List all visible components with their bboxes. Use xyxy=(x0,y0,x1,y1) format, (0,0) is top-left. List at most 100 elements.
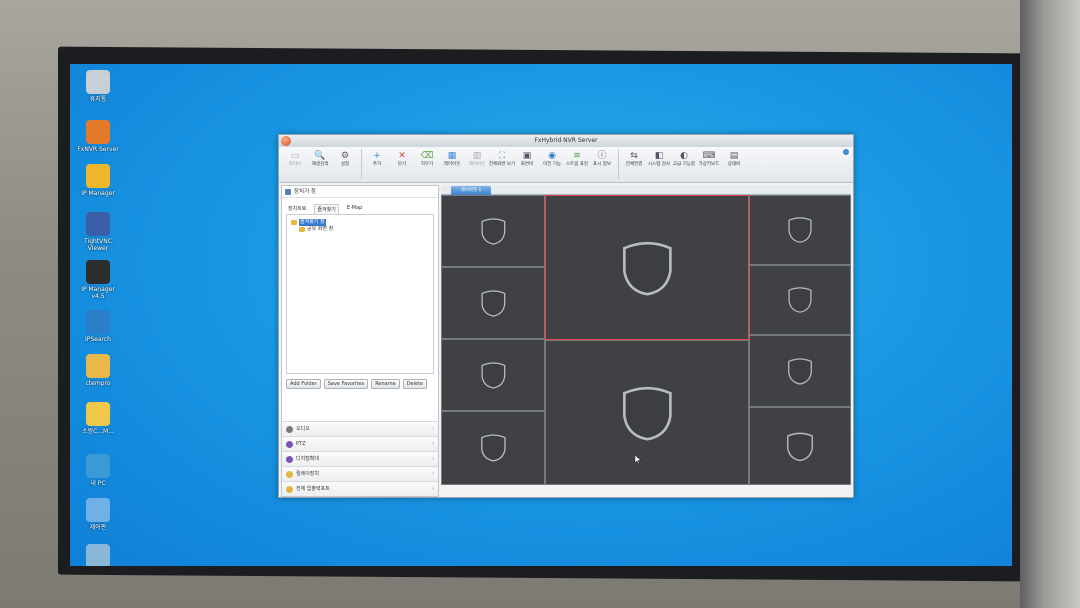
ribbon-button[interactable]: ✕ 닫기 xyxy=(390,149,414,168)
desktop-icon[interactable]: 휴지통 xyxy=(76,70,120,103)
ribbon-button[interactable]: ▥ 레이아웃 xyxy=(465,149,489,168)
tree-node[interactable]: 즐겨찾기 창 xyxy=(291,219,429,226)
fullscreen-icon: ⛶ xyxy=(498,151,506,161)
desktop-icon[interactable]: IPSearch xyxy=(76,310,120,343)
save-favorites-button[interactable]: Save Favorites xyxy=(323,379,369,389)
file-icon xyxy=(86,402,110,426)
ribbon-button[interactable]: + 추가 xyxy=(365,149,389,168)
accordion-item[interactable]: 전체 입출력포트 › xyxy=(282,481,438,496)
camera-placeholder-icon xyxy=(781,284,819,315)
ribbon-button-label: 가상키보드 xyxy=(698,162,720,167)
help-icon[interactable] xyxy=(843,149,849,155)
panel-tab[interactable]: E-Map xyxy=(345,204,365,214)
layout-tab[interactable]: 레이아웃 1 xyxy=(451,186,491,195)
desktop-icon-label: IP Manager v4.5 xyxy=(81,286,115,300)
accordion-label: 디지털확대 xyxy=(296,456,320,462)
camera-cell[interactable] xyxy=(441,267,545,339)
accordion-item[interactable]: 릴레이장치 › xyxy=(282,466,438,481)
panel-tab[interactable]: 장치트로 xyxy=(286,204,308,214)
ribbon-button-label: 전체연결 xyxy=(625,162,643,167)
layout-icon: ▦ xyxy=(447,151,457,161)
ribbon-button-label: 라이브 xyxy=(288,162,302,167)
computer-icon xyxy=(86,454,110,478)
camera-cell[interactable] xyxy=(545,340,749,485)
ribbon-button[interactable]: ◉ 이전 기능 xyxy=(540,149,564,168)
desktop-icon-label: IP Manager xyxy=(81,190,115,197)
device-panel: 장치거 창 장치트로 즐겨찾기 E-Map 즐겨찾기 창 공유 화면 창 Add Fo… xyxy=(281,185,439,497)
ribbon-button[interactable]: ◐ 고급 기능함 xyxy=(672,149,696,168)
accordion-label: 전체 입출력포트 xyxy=(296,486,330,492)
desktop-icon-label: 휴지통 xyxy=(89,96,107,103)
desktop-icon[interactable]: ctempro xyxy=(76,354,120,387)
accordion-dot-icon xyxy=(286,486,293,493)
desktop-icon[interactable]: 네트워크 xyxy=(76,544,120,566)
layout-alt-icon: ▥ xyxy=(472,151,482,161)
ribbon-button-label: 화면비 xyxy=(520,162,534,167)
rename-button[interactable]: Rename xyxy=(371,379,400,389)
chevron-right-icon: › xyxy=(432,441,434,447)
desktop-icon[interactable]: 소방C...M... xyxy=(76,402,120,435)
ribbon-button[interactable]: ▭ 라이브 xyxy=(283,149,307,168)
camera-cell[interactable] xyxy=(749,407,851,485)
desktop-icon[interactable]: 내 PC xyxy=(76,454,120,487)
ribbon-button-label: 이전 기능 xyxy=(543,162,561,167)
ribbon-button[interactable]: 🔍 재생검색 xyxy=(308,149,332,168)
delete-button[interactable]: Delete xyxy=(402,379,428,389)
ribbon-button[interactable]: ▣ 화면비 xyxy=(515,149,539,168)
desktop-icon[interactable]: TightVNC Viewer xyxy=(76,212,120,252)
camera-cell[interactable] xyxy=(441,195,545,267)
ribbon-button-label: 추가 xyxy=(372,162,382,167)
camera-cell[interactable] xyxy=(749,265,851,335)
ribbon-button[interactable]: ⛶ 전체화면 보기 xyxy=(488,149,516,168)
add-folder-button[interactable]: Add Folder xyxy=(286,379,321,389)
control-panel-icon xyxy=(86,498,110,522)
gear-icon: ⚙ xyxy=(340,151,350,161)
panel-tab[interactable]: 즐겨찾기 xyxy=(314,204,339,214)
search-icon xyxy=(86,310,110,334)
app-menu-orb-icon[interactable] xyxy=(281,136,291,146)
ribbon-button[interactable]: ≋ 스트림 표현 xyxy=(565,149,589,168)
tree-node[interactable]: 공유 화면 창 xyxy=(291,226,429,233)
camera-cell[interactable] xyxy=(441,339,545,411)
desktop-icon-label: 소방C...M... xyxy=(82,428,114,435)
panel-accordion: 오디오 › PTZ › 디지털확대 › 릴레이장치 › 전체 입출력포트 › xyxy=(282,421,438,496)
desktop-icon[interactable]: FxNVR Server xyxy=(76,120,120,153)
advanced-icon: ◐ xyxy=(680,151,688,161)
add-icon: + xyxy=(373,151,381,161)
ribbon-button-label: 스트림 표현 xyxy=(565,162,589,167)
ribbon-button-label: 전체화면 보기 xyxy=(488,162,516,167)
chevron-right-icon: › xyxy=(432,426,434,432)
ribbon-button[interactable]: ▦ 레이아웃 xyxy=(440,149,464,168)
camera-cell[interactable] xyxy=(545,195,749,340)
live-icon: ▭ xyxy=(290,151,300,161)
window-title: FxHybrid NVR Server xyxy=(534,137,598,144)
desktop-icon-label: IPSearch xyxy=(84,336,111,343)
title-bar[interactable]: FxHybrid NVR Server xyxy=(279,135,853,147)
camera-cell[interactable] xyxy=(749,335,851,407)
tree-node-label: 공유 화면 창 xyxy=(307,226,334,232)
layout-tabbar: 레이아웃 1 xyxy=(441,185,851,195)
desktop-icon[interactable]: IP Manager xyxy=(76,164,120,197)
ribbon-button[interactable]: ⓘ 표시 정보 xyxy=(590,149,614,168)
ribbon-button[interactable]: ⌨ 가상키보드 xyxy=(697,149,721,168)
accordion-item[interactable]: PTZ › xyxy=(282,436,438,451)
accordion-item[interactable]: 디지털확대 › xyxy=(282,451,438,466)
nvr-server-icon xyxy=(86,120,110,144)
erase-icon: ⌫ xyxy=(420,151,434,161)
accordion-item[interactable]: 오디오 › xyxy=(282,421,438,436)
nvr-app-window[interactable]: FxHybrid NVR Server ▭ 라이브 🔍 재생검색 ⚙ 설정 + 추가 ✕ 닫기 ⌫ 지… xyxy=(278,134,854,498)
ribbon-button[interactable]: ◧ 시스템 검사 xyxy=(647,149,671,168)
desktop-icon[interactable]: 제어판 xyxy=(76,498,120,531)
accordion-label: 오디오 xyxy=(296,426,310,432)
ribbon-button[interactable]: ⚙ 설정 xyxy=(333,149,357,168)
ribbon-button[interactable]: ⌫ 지우기 xyxy=(415,149,439,168)
ribbon-button[interactable]: ▤ 상태바 xyxy=(722,149,746,168)
ribbon-button[interactable]: ⇆ 전체연결 xyxy=(622,149,646,168)
camera-cell[interactable] xyxy=(749,195,851,265)
camera-cell[interactable] xyxy=(441,411,545,485)
info-icon: ⓘ xyxy=(597,151,607,161)
ribbon-button-label: 표시 정보 xyxy=(593,162,611,167)
desktop-icon[interactable]: IP Manager v4.5 xyxy=(76,260,120,300)
chevron-right-icon: › xyxy=(432,471,434,477)
accordion-dot-icon xyxy=(286,471,293,478)
